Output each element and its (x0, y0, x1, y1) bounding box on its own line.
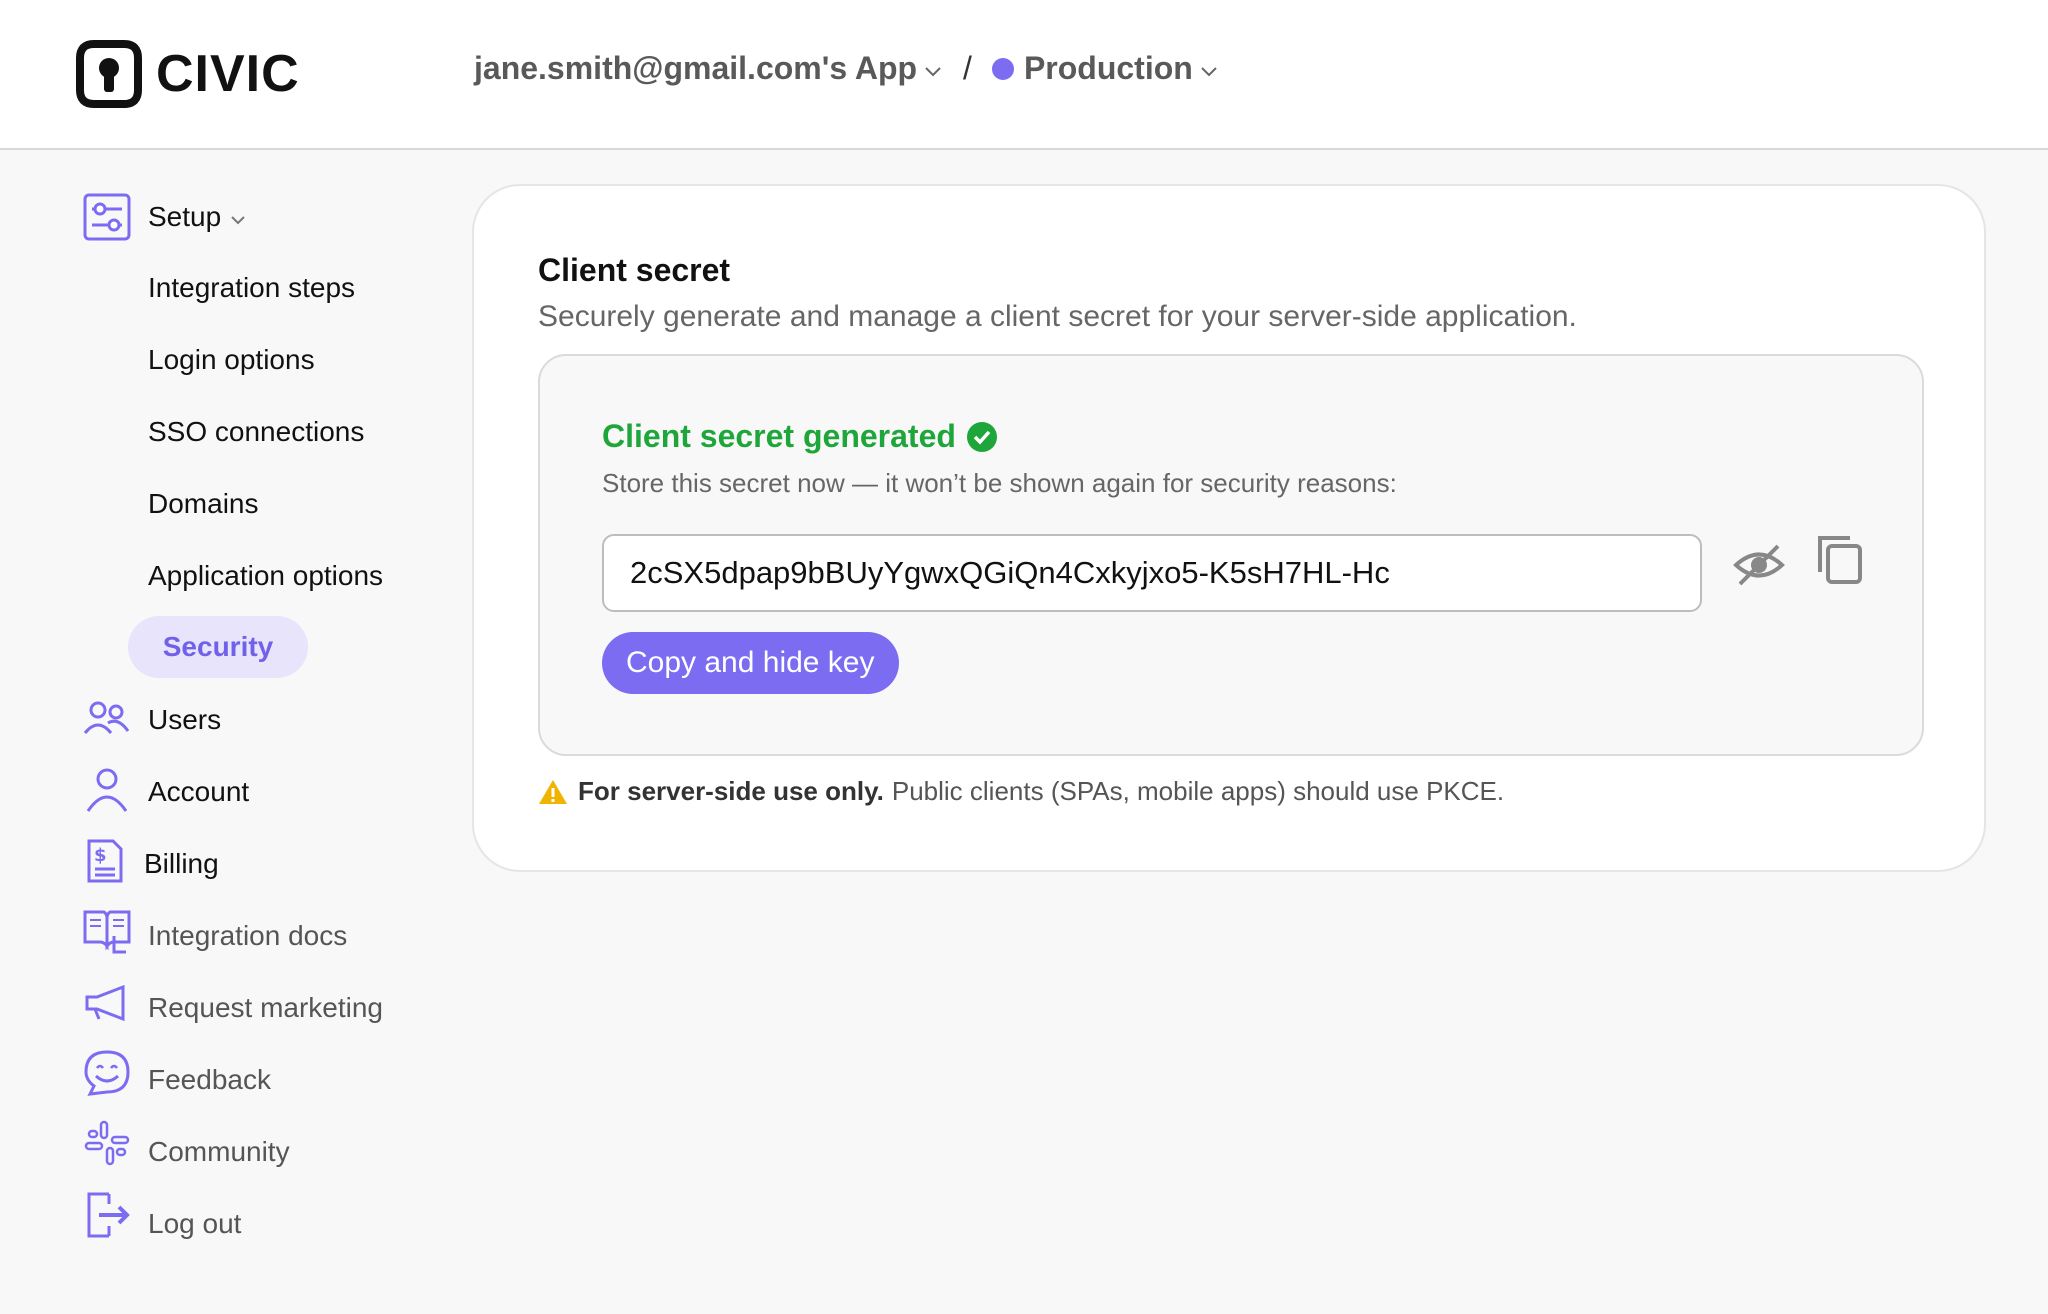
person-icon (82, 764, 132, 814)
copy-icon (1818, 536, 1862, 584)
warning-icon (539, 779, 567, 804)
sidebar-item-billing[interactable]: Billing (144, 848, 219, 880)
app-selector[interactable]: jane.smith@gmail.com's App (474, 50, 949, 87)
client-secret-field[interactable]: 2cSX5dpap9bBUyYgwxQGiQn4Cxkyjxo5-K5sH7HL… (602, 534, 1702, 612)
generated-subtitle: Store this secret now — it won’t be show… (602, 468, 1397, 498)
environment-name: Production (1023, 50, 1193, 86)
sidebar-item-security[interactable]: Security (128, 616, 308, 678)
breadcrumb-separator: / (963, 50, 972, 86)
note-text: Public clients (SPAs, mobile apps) shoul… (891, 776, 1505, 806)
sliders-icon (82, 192, 132, 242)
users-icon (82, 694, 132, 744)
top-bar: CIVIC jane.smith@gmail.com's App / Produ… (0, 0, 2048, 150)
sidebar-item-sso-connections[interactable]: SSO connections (148, 416, 364, 448)
civic-logo[interactable]: CIVIC (74, 38, 300, 110)
hide-secret-button[interactable] (1732, 538, 1786, 592)
book-icon (82, 906, 132, 956)
sidebar-item-domains[interactable]: Domains (148, 488, 258, 520)
eye-slash-icon (1733, 544, 1785, 586)
app-name: jane.smith@gmail.com's App (474, 50, 918, 86)
client-secret-value: 2cSX5dpap9bBUyYgwxQGiQn4Cxkyjxo5-K5sH7HL… (630, 555, 1390, 590)
civic-logo-icon (76, 40, 142, 108)
sidebar-item-account[interactable]: Account (148, 776, 249, 808)
secret-panel: Client secret generated Store this secre… (538, 354, 1924, 756)
sidebar-item-integration-steps[interactable]: Integration steps (148, 272, 355, 304)
chevron-down-icon (1199, 50, 1219, 87)
environment-dot-icon (991, 57, 1014, 80)
logout-icon (82, 1190, 132, 1240)
slack-icon (82, 1118, 132, 1168)
sidebar-item-community[interactable]: Community (148, 1136, 290, 1168)
megaphone-icon (82, 978, 132, 1028)
breadcrumb: jane.smith@gmail.com's App / Production (474, 50, 1225, 87)
brand-name: CIVIC (156, 45, 300, 103)
check-circle-icon (966, 421, 997, 452)
sidebar-item-users[interactable]: Users (148, 704, 221, 736)
chevron-down-icon (229, 201, 247, 233)
sidebar-item-login-options[interactable]: Login options (148, 344, 315, 376)
server-side-note: For server-side use only. Public clients… (538, 776, 1504, 807)
chevron-down-icon (923, 50, 943, 87)
generated-title: Client secret generated (602, 418, 956, 454)
card-subtitle: Securely generate and manage a client se… (538, 300, 1577, 333)
svg-text:$: $ (94, 845, 107, 866)
sidebar-item-integration-docs[interactable]: Integration docs (148, 920, 347, 952)
sidebar-item-application-options[interactable]: Application options (148, 560, 383, 592)
sidebar-item-label: Security (162, 631, 274, 662)
copy-and-hide-key-button[interactable]: Copy and hide key (602, 632, 899, 694)
sidebar-item-feedback[interactable]: Feedback (148, 1064, 271, 1096)
note-bold: For server-side use only. (578, 776, 884, 806)
invoice-icon: $ (80, 836, 130, 886)
card-title: Client secret (538, 252, 731, 288)
client-secret-card: Client secret Securely generate and mana… (472, 184, 1986, 872)
sidebar: Setup Integration steps Login options SS… (0, 152, 460, 1314)
sidebar-item-log-out[interactable]: Log out (148, 1208, 241, 1240)
sidebar-item-request-marketing[interactable]: Request marketing (148, 992, 383, 1024)
sidebar-item-label: Setup (148, 201, 222, 232)
generated-status: Client secret generated (602, 418, 998, 455)
sidebar-item-setup[interactable]: Setup (82, 192, 247, 242)
smiley-chat-icon (82, 1048, 132, 1098)
environment-selector[interactable]: Production (991, 50, 1225, 87)
copy-secret-button[interactable] (1812, 532, 1868, 588)
